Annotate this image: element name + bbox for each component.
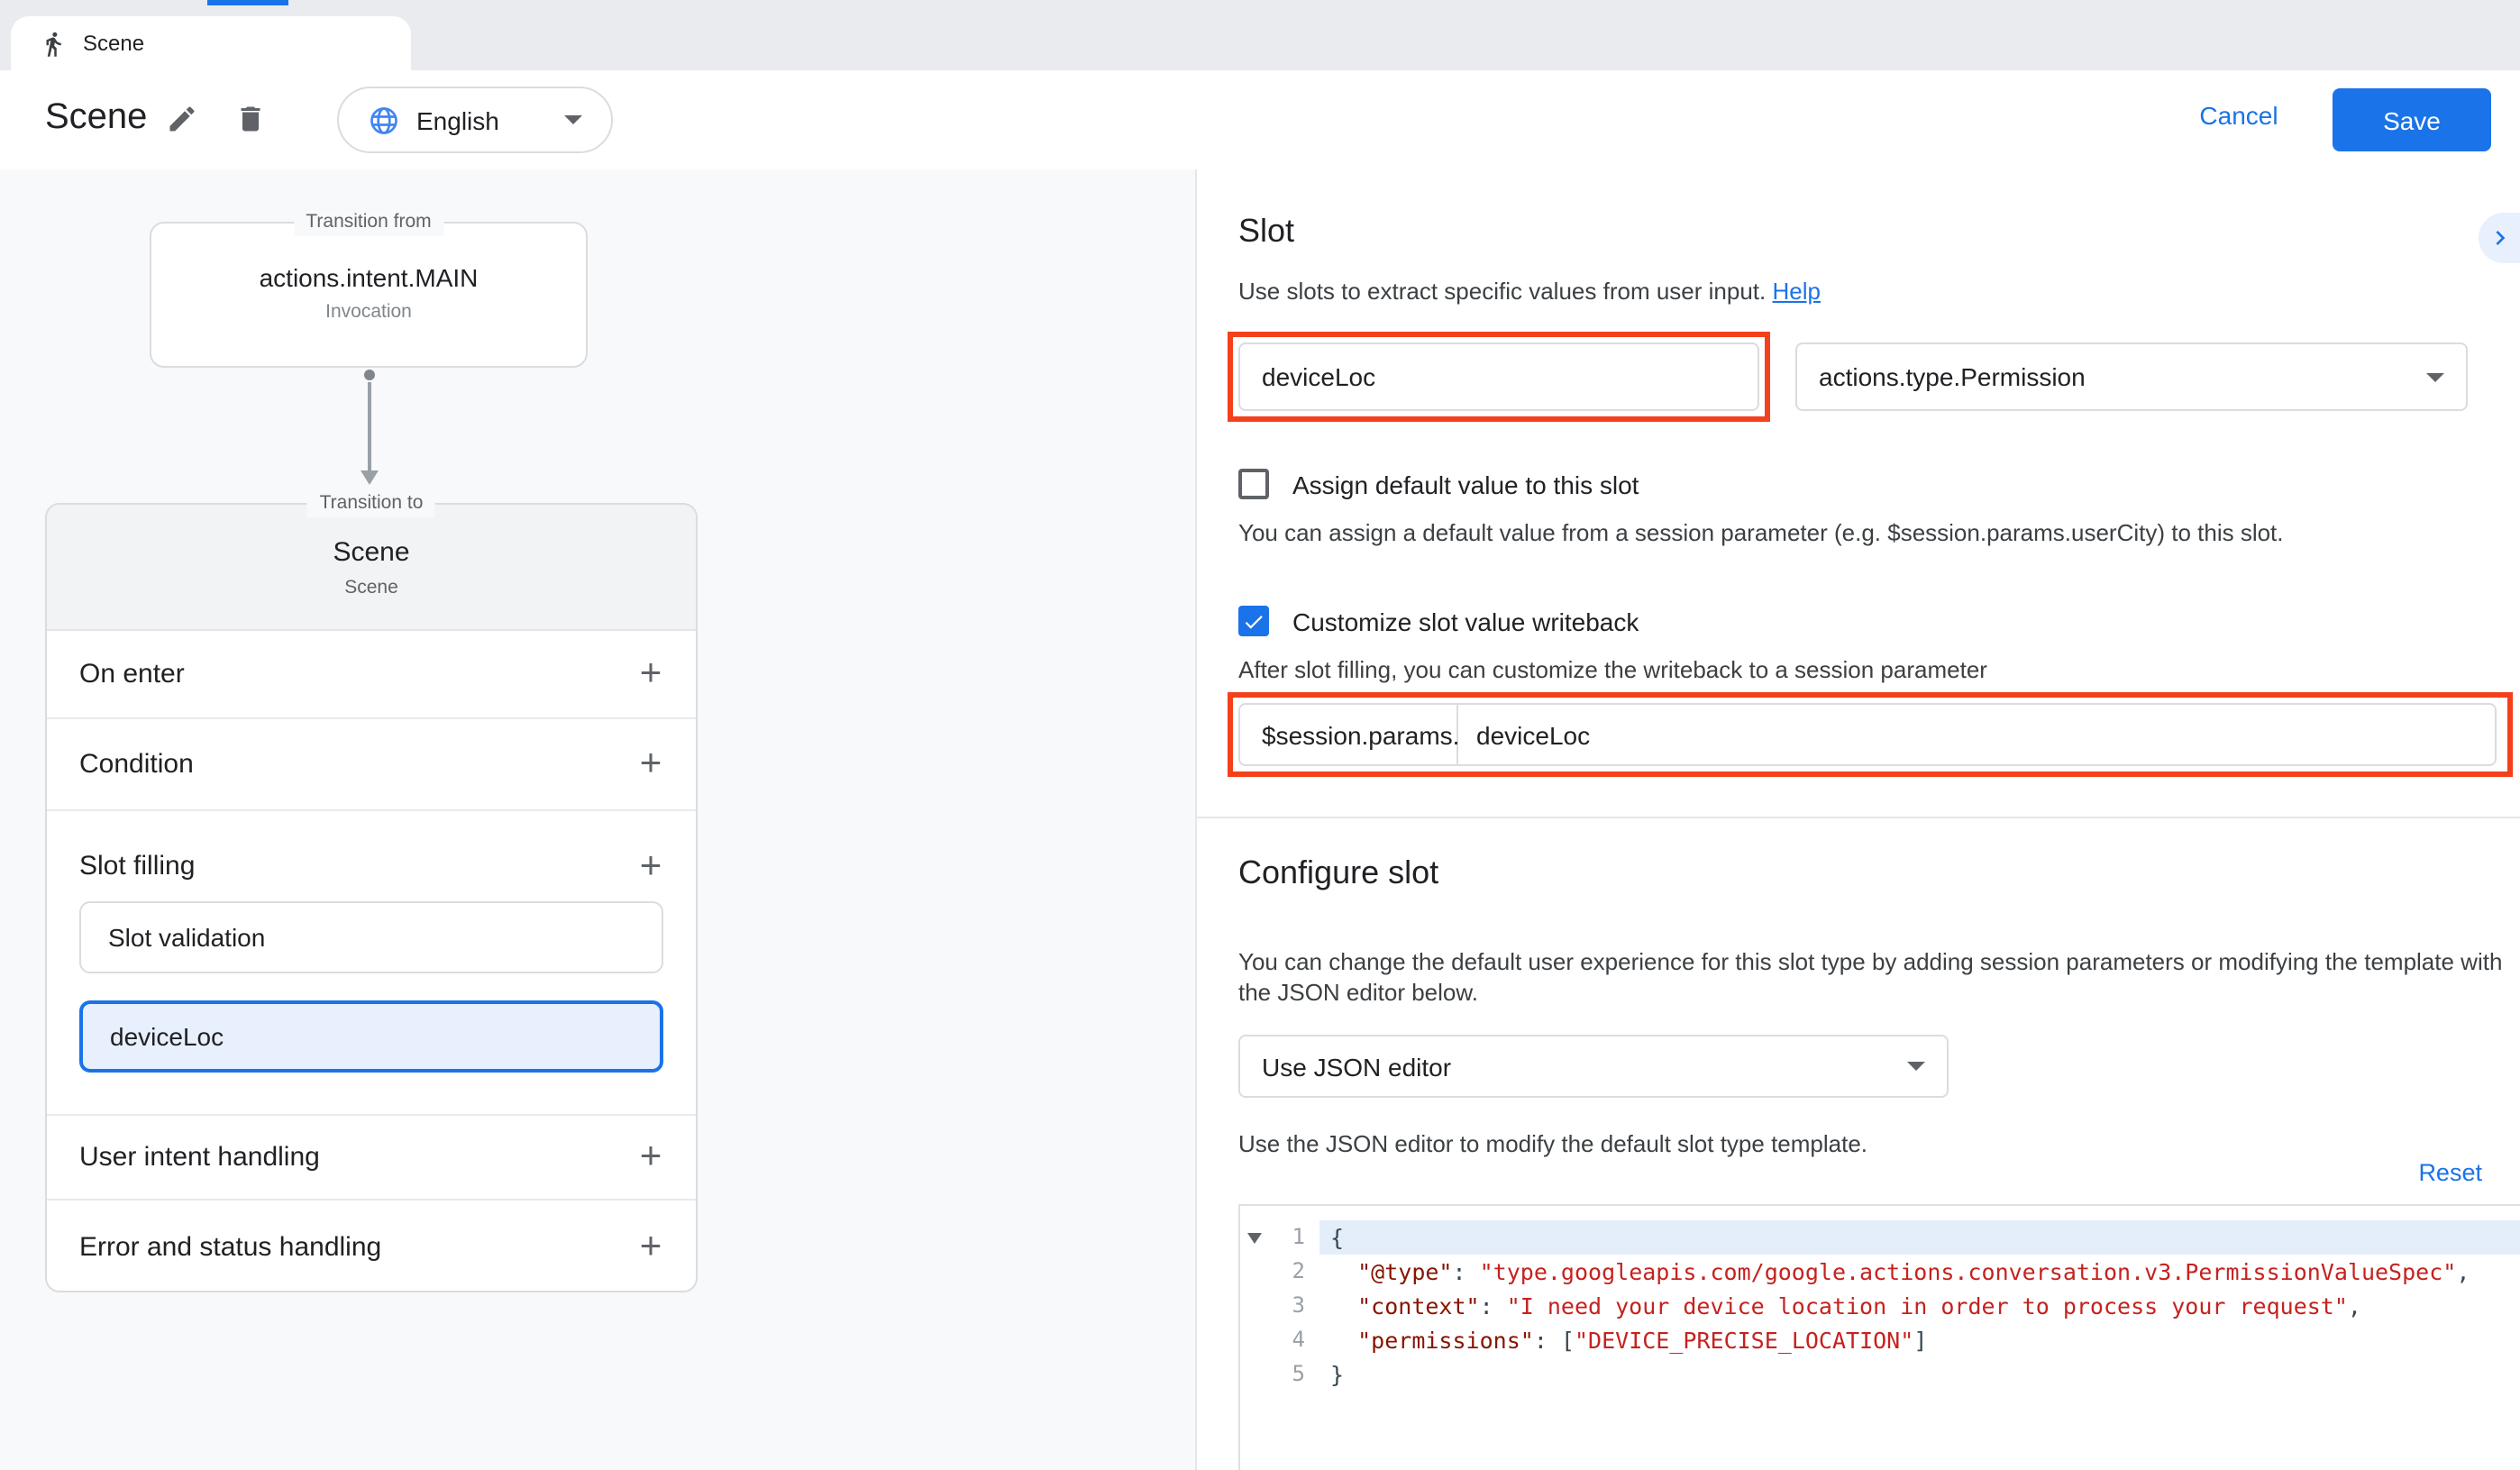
add-condition-button[interactable]: + [627, 741, 674, 788]
connector-line [368, 382, 370, 470]
language-selector[interactable]: English [337, 87, 613, 153]
configure-slot-heading: Configure slot [1238, 854, 1438, 892]
intent-type: Invocation [151, 301, 586, 323]
section-condition[interactable]: Condition + [47, 719, 696, 811]
scene-header: Scene English Cancel Save [0, 70, 2520, 169]
scene-flow-panel: Transition from actions.intent.MAIN Invo… [0, 169, 1197, 1470]
save-button[interactable]: Save [2333, 88, 2491, 151]
slot-deviceloc-item[interactable]: deviceLoc [79, 1000, 663, 1073]
transition-from-node[interactable]: Transition from actions.intent.MAIN Invo… [150, 222, 588, 368]
json-editor-hint: Use the JSON editor to modify the defaul… [1238, 1130, 1867, 1157]
fold-arrow-icon[interactable] [1247, 1233, 1262, 1244]
writeback-checkbox-row[interactable]: Customize slot value writeback [1238, 606, 1639, 636]
actions-builder-app: Scene Scene English Cancel Save Transiti… [0, 0, 2520, 1470]
transition-from-legend: Transition from [293, 209, 443, 236]
section-slot-filling[interactable]: Slot filling + Slot validation deviceLoc [47, 811, 696, 1116]
tab-scene[interactable]: Scene [11, 16, 411, 70]
slot-name-annotation-box [1228, 332, 1770, 422]
assign-default-help-text: You can assign a default value from a se… [1238, 519, 2284, 546]
json-code-editor[interactable]: 1{2 "@type": "type.googleapis.com/google… [1238, 1204, 2520, 1470]
slot-description: Use slots to extract specific values fro… [1238, 278, 1821, 305]
section-on-enter[interactable]: On enter + [47, 631, 696, 719]
active-tab-indicator [207, 0, 288, 5]
pencil-icon [166, 103, 198, 135]
slot-editor-panel: Slot Use slots to extract specific value… [1197, 169, 2520, 1470]
code-line-3[interactable]: 3 "context": "I need your device locatio… [1240, 1289, 2520, 1323]
json-code-lines: 1{2 "@type": "type.googleapis.com/google… [1240, 1220, 2520, 1392]
reset-link[interactable]: Reset [2418, 1159, 2482, 1186]
globe-icon [368, 104, 400, 136]
scene-card-header: Scene Scene [47, 505, 696, 631]
walking-person-icon [40, 30, 67, 57]
checkmark-icon [1242, 608, 1265, 634]
chevron-right-icon [2485, 224, 2514, 252]
chevron-down-icon [564, 115, 582, 124]
slot-validation-item[interactable]: Slot validation [79, 901, 663, 973]
session-params-prefix: $session.params. [1240, 705, 1458, 764]
writeback-annotation-box: $session.params. [1228, 692, 2513, 777]
scene-card-subtitle: Scene [47, 577, 696, 598]
slot-heading: Slot [1238, 213, 1294, 251]
cancel-button[interactable]: Cancel [2188, 101, 2289, 130]
add-on-enter-button[interactable]: + [627, 651, 674, 698]
section-user-intent-handling[interactable]: User intent handling + [47, 1116, 696, 1201]
connector-dot [363, 370, 374, 380]
code-line-1[interactable]: 1{ [1240, 1220, 2520, 1255]
chevron-down-icon [1907, 1062, 1925, 1071]
writeback-checkbox[interactable] [1238, 606, 1269, 636]
editor-mode-select[interactable]: Use JSON editor [1238, 1035, 1949, 1098]
chevron-down-icon [2426, 372, 2444, 381]
configure-slot-description: You can change the default user experien… [1238, 946, 2515, 1008]
add-user-intent-button[interactable]: + [627, 1134, 674, 1181]
code-line-5[interactable]: 5} [1240, 1357, 2520, 1392]
add-error-handler-button[interactable]: + [627, 1224, 674, 1271]
language-label: English [416, 105, 499, 134]
tab-bar: Scene [0, 0, 2520, 70]
scene-node-card[interactable]: Transition to Scene Scene On enter + Con… [45, 503, 698, 1292]
page-title: Scene [45, 97, 147, 139]
writeback-help-text: After slot filling, you can customize th… [1238, 656, 1987, 683]
trash-icon [234, 103, 267, 135]
section-error-status-handling[interactable]: Error and status handling + [47, 1201, 696, 1294]
writeback-value-input[interactable] [1458, 705, 2495, 764]
assign-default-checkbox[interactable] [1238, 469, 1269, 499]
transition-to-legend: Transition to [307, 490, 436, 517]
add-slot-button[interactable]: + [627, 844, 674, 890]
collapse-panel-button[interactable] [2479, 213, 2520, 263]
help-link[interactable]: Help [1773, 278, 1822, 305]
code-line-4[interactable]: 4 "permissions": ["DEVICE_PRECISE_LOCATI… [1240, 1323, 2520, 1357]
intent-name: actions.intent.MAIN [151, 263, 586, 292]
edit-scene-button[interactable] [166, 103, 202, 139]
tab-label: Scene [83, 31, 144, 56]
writeback-field-group: $session.params. [1238, 703, 2497, 766]
slot-type-select[interactable]: actions.type.Permission [1795, 342, 2468, 411]
section-divider [1197, 817, 2520, 818]
delete-scene-button[interactable] [234, 103, 270, 139]
connector-arrowhead [360, 470, 378, 485]
code-line-2[interactable]: 2 "@type": "type.googleapis.com/google.a… [1240, 1255, 2520, 1289]
slot-name-input[interactable] [1238, 342, 1759, 411]
assign-default-checkbox-row[interactable]: Assign default value to this slot [1238, 469, 1639, 499]
